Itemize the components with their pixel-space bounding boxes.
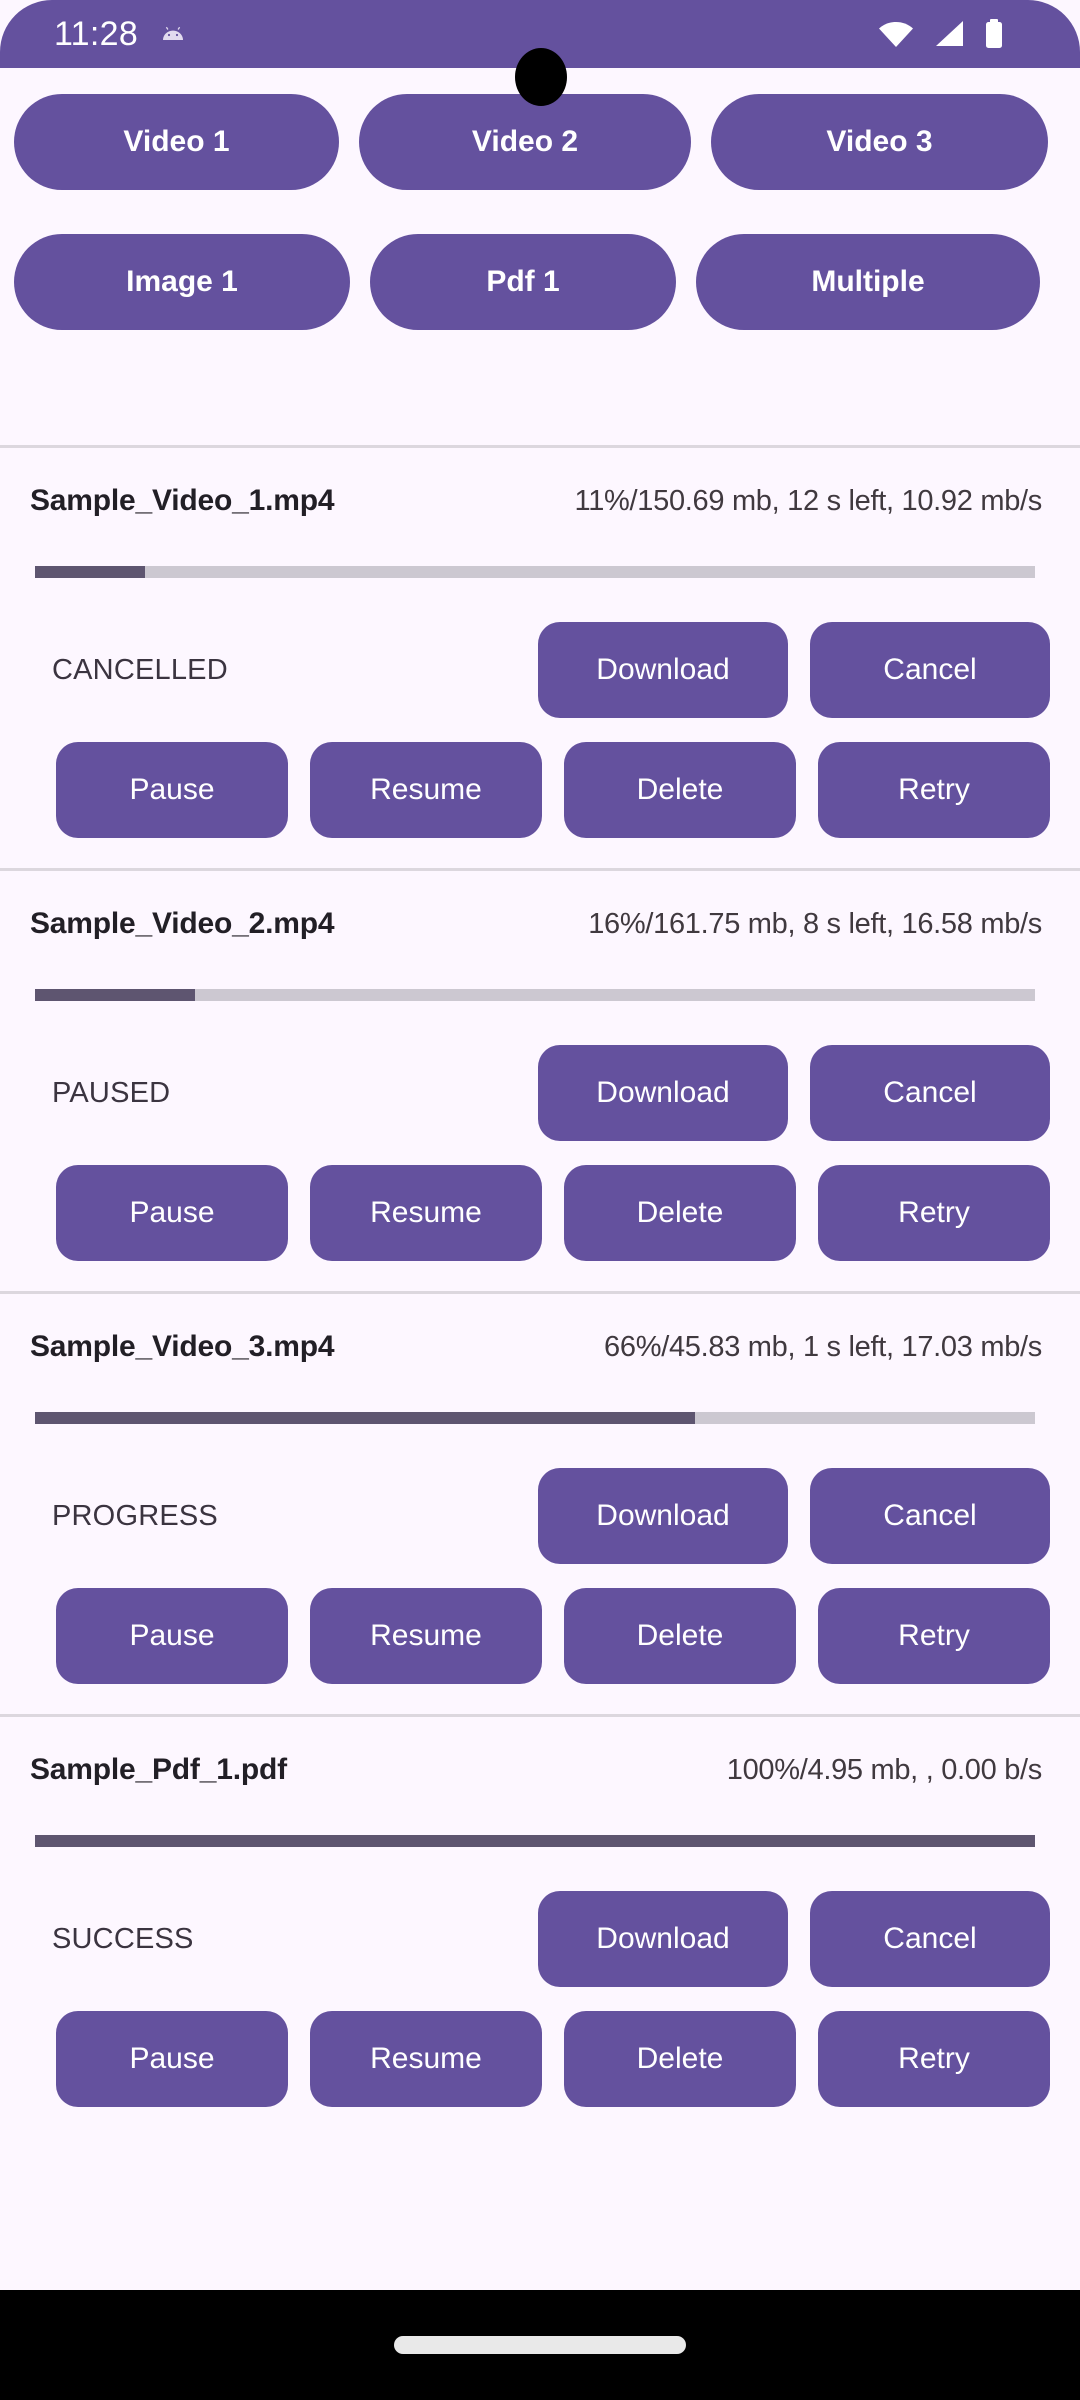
pause-button[interactable]: Pause xyxy=(56,1165,288,1261)
resume-button[interactable]: Resume xyxy=(310,1165,542,1261)
download-item[interactable]: Sample_Pdf_1.pdf 100%/4.95 mb, , 0.00 b/s… xyxy=(0,1717,1080,2137)
home-indicator[interactable] xyxy=(394,2336,686,2354)
item-spacer xyxy=(30,838,1050,868)
download-item[interactable]: Sample_Video_1.mp4 11%/150.69 mb, 12 s le… xyxy=(0,448,1080,868)
pause-button[interactable]: Pause xyxy=(56,1588,288,1684)
download-button[interactable]: Download xyxy=(538,1045,788,1141)
state-row: CANCELLED Download Cancel xyxy=(30,622,1050,718)
file-name: Sample_Video_3.mp4 xyxy=(30,1330,335,1363)
progress-bar-fill xyxy=(35,1412,695,1424)
camera-punch-hole xyxy=(515,48,567,106)
image-1-button[interactable]: Image 1 xyxy=(14,234,350,330)
state-row: SUCCESS Download Cancel xyxy=(30,1891,1050,1987)
download-item-header: Sample_Video_3.mp4 66%/45.83 mb, 1 s left… xyxy=(30,1294,1050,1390)
retry-button[interactable]: Retry xyxy=(818,1165,1050,1261)
item-spacer xyxy=(30,2107,1050,2137)
download-item[interactable]: Sample_Video_3.mp4 66%/45.83 mb, 1 s left… xyxy=(0,1294,1080,1714)
progress-bar xyxy=(35,1835,1035,1847)
multiple-button[interactable]: Multiple xyxy=(696,234,1040,330)
status-bar-left: 11:28 xyxy=(34,17,878,51)
pdf-1-button[interactable]: Pdf 1 xyxy=(370,234,676,330)
control-button-row: Pause Resume Delete Retry xyxy=(30,742,1050,838)
file-name: Sample_Pdf_1.pdf xyxy=(30,1753,287,1786)
state-row: PAUSED Download Cancel xyxy=(30,1045,1050,1141)
progress-text: 11%/150.69 mb, 12 s left, 10.92 mb/s xyxy=(574,484,1043,517)
cancel-button[interactable]: Cancel xyxy=(810,1891,1050,1987)
retry-button[interactable]: Retry xyxy=(818,1588,1050,1684)
action-button-row-2: Image 1 Pdf 1 Multiple xyxy=(0,234,1080,330)
battery-icon xyxy=(984,19,1004,49)
resume-button[interactable]: Resume xyxy=(310,742,542,838)
progress-bar-fill xyxy=(35,566,145,578)
primary-action-buttons: Download Cancel xyxy=(538,1468,1050,1564)
progress-bar xyxy=(35,989,1035,1001)
progress-text: 66%/45.83 mb, 1 s left, 17.03 mb/s xyxy=(604,1330,1042,1363)
pause-button[interactable]: Pause xyxy=(56,2011,288,2107)
delete-button[interactable]: Delete xyxy=(564,1588,796,1684)
action-button-area: Video 1 Video 2 Video 3 Image 1 Pdf 1 Mu… xyxy=(0,68,1080,330)
status-bar-clock: 11:28 xyxy=(54,15,139,53)
delete-button[interactable]: Delete xyxy=(564,2011,796,2107)
cancel-button[interactable]: Cancel xyxy=(810,1468,1050,1564)
download-item[interactable]: Sample_Video_2.mp4 16%/161.75 mb, 8 s lef… xyxy=(0,871,1080,1291)
item-spacer xyxy=(30,1261,1050,1291)
status-bar-right xyxy=(878,19,1004,49)
status-badge: CANCELLED xyxy=(52,653,228,686)
video-1-button[interactable]: Video 1 xyxy=(14,94,339,190)
cancel-button[interactable]: Cancel xyxy=(810,1045,1050,1141)
action-button-row-1: Video 1 Video 2 Video 3 xyxy=(0,94,1080,190)
resume-button[interactable]: Resume xyxy=(310,2011,542,2107)
item-spacer xyxy=(30,1684,1050,1714)
system-navigation-bar xyxy=(0,2290,1080,2400)
download-button[interactable]: Download xyxy=(538,1468,788,1564)
status-badge: PROGRESS xyxy=(52,1499,218,1532)
pause-button[interactable]: Pause xyxy=(56,742,288,838)
progress-text: 16%/161.75 mb, 8 s left, 16.58 mb/s xyxy=(588,907,1042,940)
control-button-row: Pause Resume Delete Retry xyxy=(30,2011,1050,2107)
download-item-header: Sample_Pdf_1.pdf 100%/4.95 mb, , 0.00 b/s xyxy=(30,1717,1050,1813)
android-head-icon xyxy=(160,25,186,43)
progress-bar xyxy=(35,1412,1035,1424)
status-badge: PAUSED xyxy=(52,1076,171,1109)
download-item-header: Sample_Video_2.mp4 16%/161.75 mb, 8 s lef… xyxy=(30,871,1050,967)
file-name: Sample_Video_1.mp4 xyxy=(30,484,335,517)
retry-button[interactable]: Retry xyxy=(818,2011,1050,2107)
cancel-button[interactable]: Cancel xyxy=(810,622,1050,718)
control-button-row: Pause Resume Delete Retry xyxy=(30,1588,1050,1684)
progress-bar-fill xyxy=(35,989,195,1001)
resume-button[interactable]: Resume xyxy=(310,1588,542,1684)
progress-bar-fill xyxy=(35,1835,1035,1847)
download-button[interactable]: Download xyxy=(538,1891,788,1987)
delete-button[interactable]: Delete xyxy=(564,742,796,838)
delete-button[interactable]: Delete xyxy=(564,1165,796,1261)
control-button-row: Pause Resume Delete Retry xyxy=(30,1165,1050,1261)
video-2-button[interactable]: Video 2 xyxy=(359,94,691,190)
progress-text: 100%/4.95 mb, , 0.00 b/s xyxy=(726,1753,1043,1786)
status-badge: SUCCESS xyxy=(52,1922,194,1955)
file-name: Sample_Video_2.mp4 xyxy=(30,907,335,940)
video-3-button[interactable]: Video 3 xyxy=(711,94,1048,190)
retry-button[interactable]: Retry xyxy=(818,742,1050,838)
wifi-icon xyxy=(878,20,914,48)
signal-icon xyxy=(934,20,964,48)
state-row: PROGRESS Download Cancel xyxy=(30,1468,1050,1564)
download-button[interactable]: Download xyxy=(538,622,788,718)
primary-action-buttons: Download Cancel xyxy=(538,622,1050,718)
app-screen: 11:28 Video 1 Video 2 Video 3 Image 1 Pd… xyxy=(0,0,1080,2400)
primary-action-buttons: Download Cancel xyxy=(538,1891,1050,1987)
download-item-header: Sample_Video_1.mp4 11%/150.69 mb, 12 s le… xyxy=(30,448,1050,544)
download-list[interactable]: Sample_Video_1.mp4 11%/150.69 mb, 12 s le… xyxy=(0,445,1080,2137)
primary-action-buttons: Download Cancel xyxy=(538,1045,1050,1141)
progress-bar xyxy=(35,566,1035,578)
